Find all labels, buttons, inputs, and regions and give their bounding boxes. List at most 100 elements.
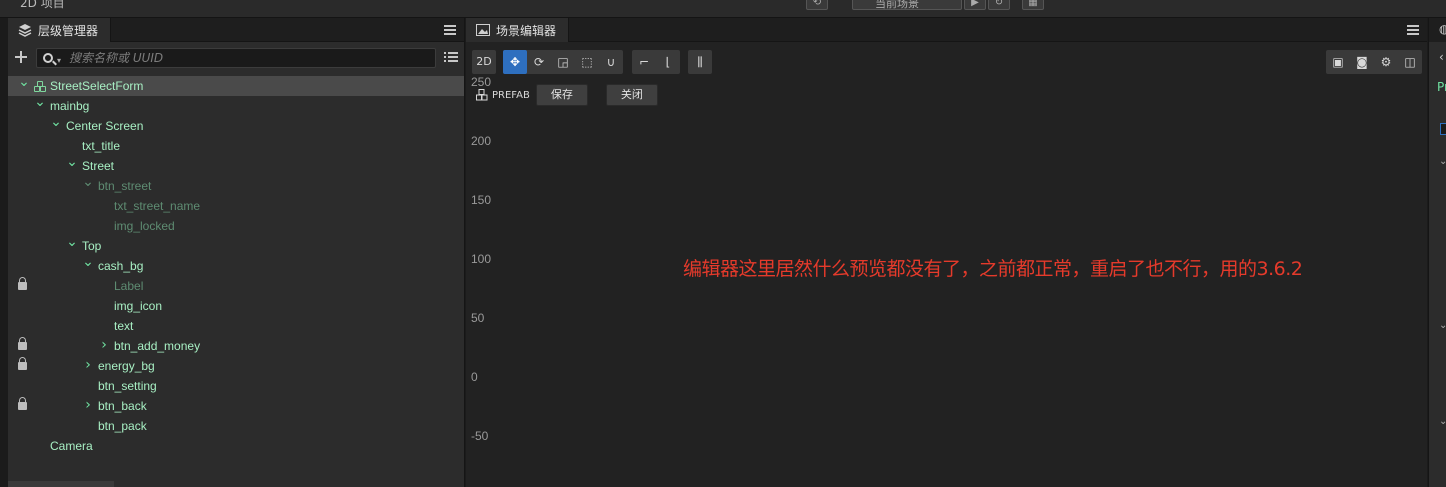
local-global-icon[interactable]: ⌊ <box>656 50 680 74</box>
pivot-tools: ⌐ ⌊ <box>632 50 680 74</box>
tree-node-label: Camera <box>50 439 93 453</box>
chevron-down-icon[interactable]: ⌄ <box>66 152 78 172</box>
search-type-chevron-icon[interactable]: ▾ <box>57 56 61 65</box>
hierarchy-search-input[interactable] <box>69 50 429 66</box>
lock-icon[interactable] <box>18 397 27 410</box>
lock-icon[interactable] <box>18 337 27 350</box>
rect-tool-icon[interactable]: ⬚ <box>575 50 599 74</box>
align-icon[interactable]: ⫼ <box>688 50 712 74</box>
chevron-down-icon[interactable]: ⌄ <box>66 232 78 252</box>
resolution-icon[interactable]: ▣ <box>1326 50 1350 74</box>
inspector-globe-icon[interactable]: ◍ <box>1439 22 1446 36</box>
chevron-down-icon[interactable]: ⌄ <box>82 252 94 272</box>
prefab-bar: PREFAB 保存 关闭 <box>476 84 658 106</box>
inspector-back-icon[interactable]: ‹ <box>1439 50 1444 64</box>
inspector-panel: ◍ ‹ Pr ⌄ ⌄ ⌄ <box>1428 18 1446 487</box>
chevron-down-icon[interactable]: ⌄ <box>34 92 46 112</box>
y-axis-tick: 100 <box>471 252 492 266</box>
scene-select[interactable]: 当前场景 <box>852 0 962 10</box>
tree-node[interactable]: Camera <box>8 436 464 456</box>
inspector-chevron-icon[interactable]: ⌄ <box>1439 320 1446 331</box>
gear-icon[interactable]: ⚙ <box>1374 50 1398 74</box>
refresh-button[interactable]: ↻ <box>988 0 1010 10</box>
align-tools: ⫼ <box>688 50 712 74</box>
tree-node[interactable]: › btn_back <box>8 396 464 416</box>
layers-icon <box>18 24 32 37</box>
lock-icon[interactable] <box>18 357 27 370</box>
y-axis-tick: 200 <box>471 134 492 148</box>
tree-node-label: btn_street <box>98 179 152 193</box>
tree-node-label: img_icon <box>114 299 163 313</box>
mode-2d-button[interactable]: 2D <box>472 50 496 74</box>
scene-tab-label: 场景编辑器 <box>496 23 557 38</box>
tree-node[interactable]: › btn_add_money <box>8 336 464 356</box>
tree-node-label: btn_add_money <box>114 339 201 353</box>
rotate-tool-icon[interactable]: ⟳ <box>527 50 551 74</box>
y-axis-tick: -50 <box>471 429 489 443</box>
y-axis-tick: 150 <box>471 193 492 207</box>
tree-node-label: btn_pack <box>98 419 147 433</box>
tree-node-label: Label <box>114 279 144 293</box>
tree-node[interactable]: ⌄ btn_street <box>8 174 464 196</box>
y-axis-tick: 250 <box>471 75 492 89</box>
list-view-icon[interactable] <box>444 52 458 63</box>
tree-node-label: energy_bg <box>98 359 155 373</box>
close-prefab-button[interactable]: 关闭 <box>605 84 658 106</box>
tree-node-label: txt_title <box>82 139 121 153</box>
lock-icon[interactable] <box>18 277 27 290</box>
scene-select-value: 当前场景 <box>875 0 919 10</box>
inspector-tab-label: Pr <box>1437 80 1446 94</box>
tree-node[interactable]: btn_pack <box>8 416 464 436</box>
prefab-label: PREFAB <box>492 89 530 101</box>
pivot-icon[interactable]: ⌐ <box>632 50 656 74</box>
play-button[interactable]: ▶ <box>964 0 986 10</box>
tree-node[interactable]: ⌄ Center Screen <box>8 114 464 136</box>
chevron-right-icon[interactable]: › <box>98 335 110 355</box>
inspector-tab-header: ◍ <box>1429 18 1446 42</box>
tree-node[interactable]: › energy_bg <box>8 356 464 376</box>
tree-node-label: btn_back <box>98 399 147 413</box>
chevron-down-icon[interactable]: ⌄ <box>50 112 62 132</box>
inspector-checkbox[interactable] <box>1440 123 1446 135</box>
annotation-text: 编辑器这里居然什么预览都没有了，之前都正常，重启了也不行，用的3.6.2 <box>683 258 1303 280</box>
save-prefab-button[interactable]: 保存 <box>535 84 588 106</box>
tree-node-label: img_locked <box>114 219 175 233</box>
transform-tool-icon[interactable]: ⟲ <box>806 0 828 10</box>
chevron-right-icon[interactable]: › <box>82 355 94 375</box>
tree-node[interactable]: Label <box>8 276 464 296</box>
tree-node[interactable]: ⌄ StreetSelectForm <box>8 74 464 96</box>
device-icon[interactable]: ▦ <box>1022 0 1044 10</box>
scene-editor-panel: 场景编辑器 2D ✥ ⟳ ◲ ⬚ ∪ ⌐ ⌊ ⫼ ▣ ◙ ⚙ ◫ PREFAB … <box>466 18 1427 487</box>
tab-hierarchy[interactable]: 层级管理器 <box>8 18 112 42</box>
hierarchy-tree: ⌄ StreetSelectForm ⌄ mainbg ⌄ Center Screen tx… <box>8 74 464 456</box>
hierarchy-scrollbar[interactable] <box>8 481 114 487</box>
left-gutter <box>0 18 8 487</box>
tree-node[interactable]: ⌄ mainbg <box>8 94 464 116</box>
tree-node[interactable]: ⌄ cash_bg <box>8 254 464 276</box>
transform-tools: ✥ ⟳ ◲ ⬚ ∪ <box>503 50 623 74</box>
tree-node[interactable]: text <box>8 316 464 336</box>
camera-icon[interactable]: ◙ <box>1350 50 1374 74</box>
chevron-down-icon[interactable]: ⌄ <box>82 172 94 192</box>
scale-tool-icon[interactable]: ◲ <box>551 50 575 74</box>
tree-node[interactable]: txt_street_name <box>8 196 464 216</box>
scene-tab-header: 场景编辑器 <box>466 18 1427 42</box>
tree-node-label: txt_street_name <box>114 199 201 213</box>
chevron-down-icon[interactable]: ⌄ <box>18 72 30 92</box>
add-node-icon[interactable] <box>14 50 28 64</box>
search-icon[interactable] <box>43 53 53 63</box>
hierarchy-toolbar: ▾ <box>8 46 464 70</box>
gizmo-icon[interactable]: ◫ <box>1398 50 1422 74</box>
inspector-chevron-icon[interactable]: ⌄ <box>1439 416 1446 427</box>
tab-scene-editor[interactable]: 场景编辑器 <box>466 18 570 42</box>
tree-node[interactable]: img_icon <box>8 296 464 316</box>
tree-node[interactable]: ⌄ Top <box>8 234 464 256</box>
move-tool-icon[interactable]: ✥ <box>503 50 527 74</box>
scene-menu-icon[interactable] <box>1407 25 1419 35</box>
tree-node[interactable]: ⌄ Street <box>8 154 464 176</box>
hierarchy-menu-icon[interactable] <box>444 25 456 35</box>
snap-tool-icon[interactable]: ∪ <box>599 50 623 74</box>
tree-node[interactable]: btn_setting <box>8 376 464 396</box>
inspector-chevron-icon[interactable]: ⌄ <box>1439 156 1446 167</box>
chevron-right-icon[interactable]: › <box>82 395 94 415</box>
